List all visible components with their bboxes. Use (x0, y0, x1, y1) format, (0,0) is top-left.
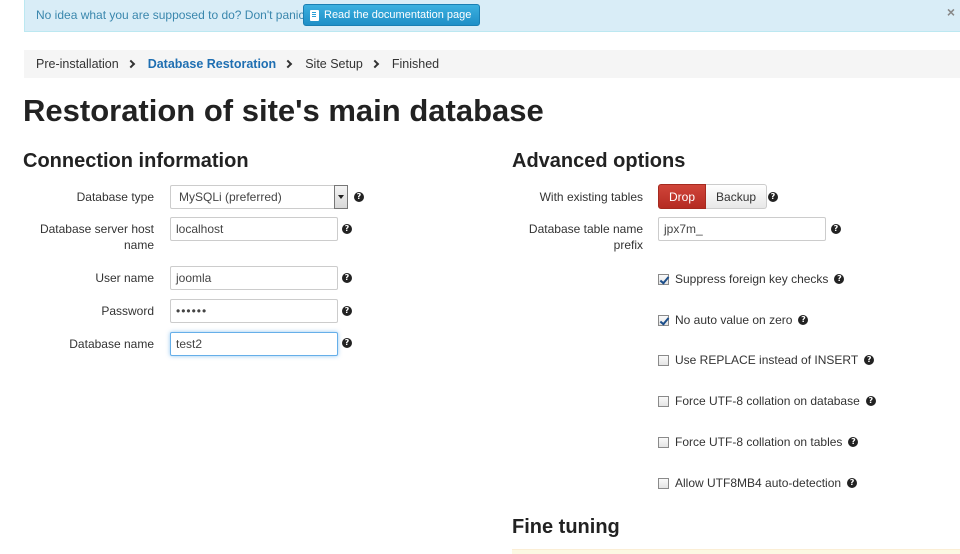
checkbox[interactable] (658, 395, 669, 407)
read-documentation-button[interactable]: Read the documentation page (303, 4, 481, 26)
table-prefix-input[interactable]: jpx7m_ (658, 217, 826, 241)
breadcrumb: Pre-installation Database Restoration Si… (24, 50, 960, 78)
database-type-label: Database type (76, 190, 154, 204)
option-label: Suppress foreign key checks (675, 272, 829, 286)
fine-tuning-panel (512, 549, 960, 554)
info-alert: No idea what you are supposed to do? Don… (24, 0, 960, 32)
breadcrumb-item-site-setup[interactable]: Site Setup (305, 57, 363, 71)
help-icon[interactable]: ? (342, 338, 352, 348)
help-icon[interactable]: ? (342, 224, 352, 234)
option-force-utf8-tables[interactable]: Force UTF-8 collation on tables ? (658, 435, 859, 449)
advanced-heading: Advanced options (512, 150, 686, 172)
database-type-value: MySQLi (preferred) (179, 190, 282, 204)
help-icon[interactable]: ? (864, 355, 875, 365)
help-icon[interactable]: ? (354, 192, 364, 202)
read-documentation-label: Read the documentation page (324, 9, 472, 21)
checkbox[interactable] (658, 477, 669, 489)
option-force-utf8-database[interactable]: Force UTF-8 collation on database ? (658, 394, 876, 408)
help-icon[interactable]: ? (798, 315, 809, 325)
database-host-label-line2: name (123, 238, 154, 252)
checkbox[interactable] (658, 354, 669, 366)
database-name-label: Database name (69, 337, 154, 351)
page-title: Restoration of site's main database (23, 93, 544, 128)
existing-tables-label: With existing tables (539, 190, 643, 204)
option-use-replace[interactable]: Use REPLACE instead of INSERT ? (658, 353, 875, 367)
help-icon[interactable]: ? (847, 478, 858, 488)
option-label: No auto value on zero (675, 313, 793, 327)
help-icon[interactable]: ? (865, 396, 876, 406)
breadcrumb-item-database-restoration[interactable]: Database Restoration (148, 57, 277, 71)
breadcrumb-item-finished[interactable]: Finished (392, 57, 439, 71)
checkbox[interactable] (658, 314, 669, 326)
user-name-input[interactable]: joomla (170, 266, 338, 290)
help-icon[interactable]: ? (831, 224, 841, 234)
option-label: Force UTF-8 collation on database (675, 394, 860, 408)
help-icon[interactable]: ? (342, 273, 352, 283)
close-icon[interactable]: × (947, 4, 955, 20)
chevron-right-icon (126, 59, 135, 69)
table-prefix-label-line2: prefix (613, 238, 643, 252)
database-type-select[interactable]: MySQLi (preferred) (170, 185, 348, 209)
help-icon[interactable]: ? (768, 192, 778, 202)
database-name-input[interactable]: test2 (170, 332, 338, 356)
database-host-label: Database server host name (40, 221, 154, 253)
existing-tables-toggle: Drop Backup (658, 184, 768, 209)
breadcrumb-item-pre-installation[interactable]: Pre-installation (36, 57, 119, 71)
help-icon[interactable]: ? (848, 437, 859, 447)
option-label: Force UTF-8 collation on tables (675, 435, 843, 449)
option-suppress-foreign-key-checks[interactable]: Suppress foreign key checks ? (658, 272, 845, 286)
drop-button[interactable]: Drop (658, 184, 707, 209)
option-allow-utf8mb4[interactable]: Allow UTF8MB4 auto-detection ? (658, 476, 858, 490)
document-icon (310, 9, 319, 21)
backup-button[interactable]: Backup (706, 184, 768, 209)
fine-tuning-heading: Fine tuning (512, 516, 620, 538)
password-input[interactable]: •••••• (170, 299, 338, 323)
option-label: Allow UTF8MB4 auto-detection (675, 476, 842, 490)
option-no-auto-value-on-zero[interactable]: No auto value on zero ? (658, 313, 809, 327)
database-host-label-line1: Database server host (39, 222, 154, 236)
help-icon[interactable]: ? (834, 274, 845, 284)
password-label: Password (101, 304, 154, 318)
connection-heading: Connection information (23, 150, 249, 172)
database-host-input[interactable]: localhost (170, 217, 338, 241)
table-prefix-label: Database table name prefix (529, 221, 643, 253)
table-prefix-label-line1: Database table name (528, 222, 643, 236)
option-label: Use REPLACE instead of INSERT (675, 353, 859, 367)
checkbox[interactable] (658, 273, 669, 285)
help-icon[interactable]: ? (342, 306, 352, 316)
checkbox[interactable] (658, 436, 669, 448)
chevron-down-icon[interactable] (334, 185, 348, 209)
user-name-label: User name (95, 271, 154, 285)
chevron-right-icon (370, 59, 380, 69)
alert-text: No idea what you are supposed to do? Don… (36, 8, 308, 22)
chevron-right-icon (283, 59, 293, 69)
